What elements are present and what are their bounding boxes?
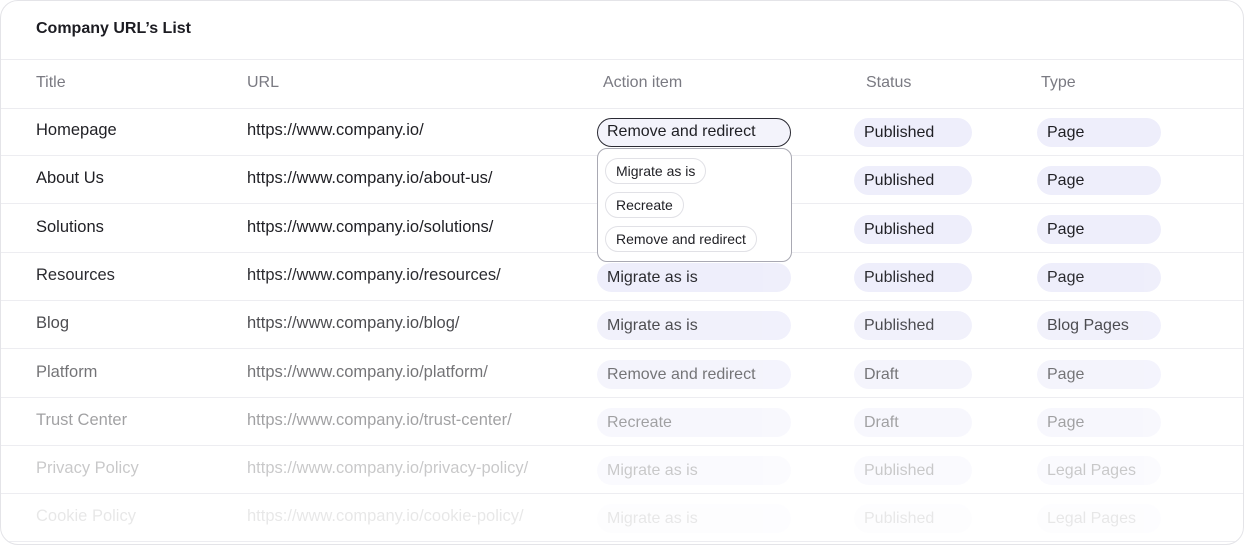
- status-badge: Published: [854, 214, 972, 244]
- type-badge: Page: [1037, 118, 1161, 147]
- card-title: Company URL’s List: [36, 20, 191, 37]
- action-item-select[interactable]: Migrate as is: [597, 456, 791, 486]
- row-url[interactable]: https://www.company.io/platform/: [247, 363, 488, 382]
- table-row[interactable]: Platform https://www.company.io/platform/…: [1, 349, 1243, 398]
- row-title: About Us: [36, 169, 104, 188]
- type-badge: Legal Pages: [1037, 456, 1161, 486]
- status-badge: Published: [854, 456, 972, 486]
- row-url[interactable]: https://www.company.io/about-us/: [247, 169, 492, 188]
- status-badge: Published: [854, 504, 972, 534]
- row-title: Homepage: [36, 121, 117, 139]
- row-url[interactable]: https://www.company.io/blog/: [247, 314, 459, 333]
- status-badge: Draft: [854, 359, 972, 389]
- col-url-header: URL: [247, 74, 280, 91]
- status-badge: Published: [854, 118, 972, 147]
- table-row[interactable]: Privacy Policy https://www.company.io/pri…: [1, 445, 1243, 495]
- action-item-select[interactable]: Migrate as is: [597, 311, 791, 341]
- row-url[interactable]: https://www.company.io/resources/: [247, 266, 501, 285]
- action-item-select[interactable]: Remove and redirect: [597, 359, 791, 389]
- action-dropdown-menu: Migrate as is Recreate Remove and redire…: [597, 148, 792, 262]
- action-item-select[interactable]: Migrate as is: [597, 504, 791, 534]
- type-badge: Blog Pages: [1037, 311, 1161, 341]
- table-header: Title URL Action item Status Type: [1, 59, 1243, 109]
- row-title: Platform: [36, 362, 98, 381]
- dropdown-option-remove-redirect[interactable]: Remove and redirect: [605, 226, 757, 252]
- row-url[interactable]: https://www.company.io/cookie-policy/: [247, 507, 524, 526]
- url-list-card: Company URL’s List Title URL Action item…: [0, 0, 1244, 545]
- action-item-select[interactable]: Recreate: [597, 407, 791, 437]
- col-type-header: Type: [1041, 74, 1076, 91]
- type-badge: Page: [1037, 214, 1161, 244]
- row-title: Resources: [36, 265, 115, 284]
- col-title-header: Title: [36, 74, 66, 91]
- row-url[interactable]: https://www.company.io/solutions/: [247, 218, 493, 237]
- row-title: Privacy Policy: [36, 459, 139, 478]
- status-badge: Draft: [854, 407, 972, 437]
- row-title: Trust Center: [36, 410, 128, 429]
- table-row[interactable]: Cookie Policy https://www.company.io/cook…: [1, 493, 1243, 543]
- row-title: Cookie Policy: [36, 507, 136, 526]
- type-badge: Page: [1037, 407, 1161, 437]
- status-badge: Published: [854, 311, 972, 341]
- row-title: Blog: [36, 314, 70, 333]
- action-item-select[interactable]: Migrate as is: [597, 262, 791, 292]
- col-status-header: Status: [866, 74, 912, 91]
- status-badge: Published: [854, 166, 972, 196]
- table-row[interactable]: Trust Center https://www.company.io/trust…: [1, 397, 1243, 446]
- table-row[interactable]: Blog https://www.company.io/blog/Migrate …: [1, 300, 1243, 350]
- status-badge: Published: [854, 262, 972, 292]
- type-badge: Page: [1037, 166, 1161, 196]
- type-badge: Page: [1037, 262, 1161, 292]
- row-url[interactable]: https://www.company.io/trust-center/: [247, 411, 512, 430]
- row-url[interactable]: https://www.company.io/: [247, 121, 424, 140]
- row-title: Solutions: [36, 217, 104, 236]
- type-badge: Legal Pages: [1037, 504, 1161, 534]
- type-badge: Page: [1037, 359, 1161, 389]
- col-action-header: Action item: [603, 74, 683, 91]
- row-url[interactable]: https://www.company.io/privacy-policy/: [247, 459, 528, 478]
- dropdown-option-recreate[interactable]: Recreate: [605, 192, 684, 218]
- action-item-select[interactable]: Remove and redirect: [597, 118, 791, 147]
- dropdown-option-migrate[interactable]: Migrate as is: [605, 158, 707, 184]
